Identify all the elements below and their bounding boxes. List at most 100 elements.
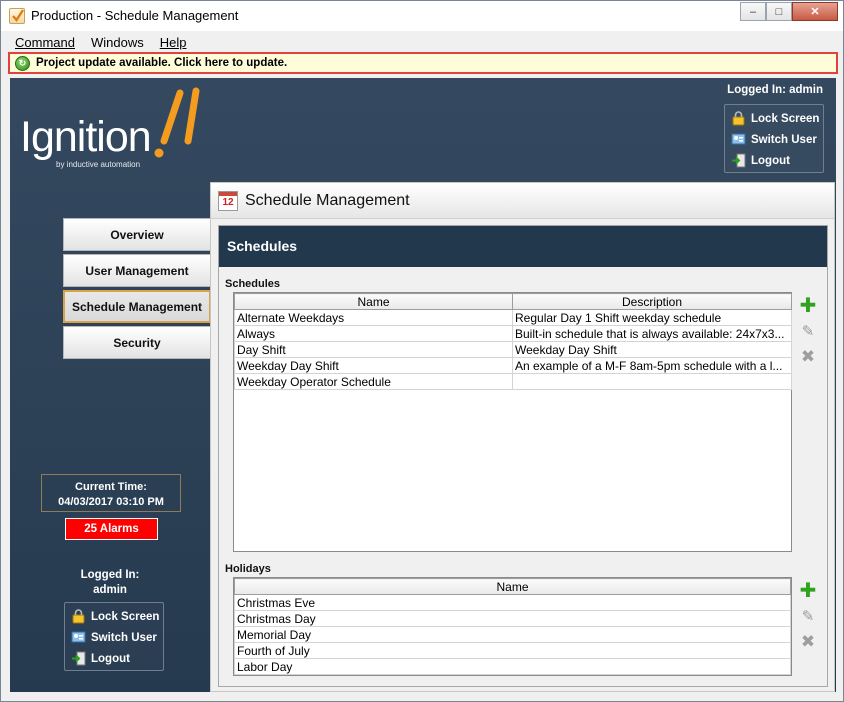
table-row[interactable]: Weekday Day Shift An example of a M-F 8am… bbox=[234, 357, 792, 374]
title-bar: Production - Schedule Management – □ ✕ bbox=[1, 1, 843, 31]
left-logout-label: Logout bbox=[91, 652, 130, 665]
left-logged-in-label: Logged In: bbox=[80, 569, 140, 581]
column-header-name[interactable]: Name bbox=[234, 293, 513, 310]
holidays-tools: ✚ ✎ ✖ bbox=[799, 580, 819, 659]
content-panel: 12 Schedule Management Schedules Schedul… bbox=[210, 182, 835, 692]
logout-icon bbox=[731, 153, 746, 168]
ignition-logo: Ignition by inductive automation bbox=[20, 83, 210, 171]
top-lock-screen[interactable]: Lock Screen bbox=[731, 108, 823, 129]
menu-command[interactable]: Command bbox=[7, 34, 83, 52]
top-logout-label: Logout bbox=[751, 154, 790, 167]
top-logged-in: Logged In: admin bbox=[727, 84, 823, 96]
nav-overview[interactable]: Overview bbox=[63, 218, 211, 251]
left-switch-user[interactable]: Switch User bbox=[71, 627, 163, 648]
cell-name: Fourth of July bbox=[234, 642, 791, 659]
window-controls: – □ ✕ bbox=[740, 2, 838, 22]
left-logged-in-user: admin bbox=[93, 584, 127, 596]
schedules-table: Name Description Alternate Weekdays Regul… bbox=[234, 293, 792, 390]
cell-description: Weekday Day Shift bbox=[512, 341, 792, 358]
client-area: Ignition by inductive automation Logged … bbox=[10, 78, 836, 692]
cell-name: Christmas Eve bbox=[234, 594, 791, 611]
top-lock-screen-label: Lock Screen bbox=[751, 112, 820, 125]
top-switch-user-label: Switch User bbox=[751, 133, 817, 146]
add-schedule-icon[interactable]: ✚ bbox=[799, 295, 817, 315]
nav-security[interactable]: Security bbox=[63, 326, 211, 359]
update-banner-text: Project update available. Click here to … bbox=[36, 57, 288, 69]
cell-name: Always bbox=[234, 325, 513, 342]
cell-name: Alternate Weekdays bbox=[234, 309, 513, 326]
close-button[interactable]: ✕ bbox=[792, 2, 838, 21]
update-banner[interactable]: ↻ Project update available. Click here t… bbox=[8, 52, 838, 74]
cell-name: Labor Day bbox=[234, 658, 791, 675]
menu-windows[interactable]: Windows bbox=[83, 34, 152, 52]
holidays-label: Holidays bbox=[225, 563, 271, 575]
table-header-row: Name bbox=[234, 578, 791, 595]
menu-bar: Command Windows Help bbox=[7, 34, 194, 52]
add-holiday-icon[interactable]: ✚ bbox=[799, 580, 817, 600]
logo-subtitle: by inductive automation bbox=[56, 160, 141, 169]
table-header-row: Name Description bbox=[234, 293, 792, 310]
menu-help[interactable]: Help bbox=[152, 34, 195, 52]
schedules-panel: Schedules Schedules Name Description Alt… bbox=[218, 225, 828, 687]
menu-windows-label: Windows bbox=[90, 35, 144, 50]
top-logout[interactable]: Logout bbox=[731, 150, 823, 171]
table-row[interactable]: Labor Day bbox=[234, 658, 791, 675]
holidays-table: Name Christmas Eve Christmas Day Memoria… bbox=[234, 578, 791, 675]
menu-command-label: Command bbox=[15, 35, 75, 50]
cell-name: Weekday Day Shift bbox=[234, 357, 513, 374]
cell-description: Built-in schedule that is always availab… bbox=[512, 325, 792, 342]
column-header-description[interactable]: Description bbox=[512, 293, 792, 310]
nav-schedule-management[interactable]: Schedule Management bbox=[63, 290, 211, 323]
left-switch-user-label: Switch User bbox=[91, 631, 157, 644]
panel-title: Schedules bbox=[219, 226, 827, 267]
window-title: Production - Schedule Management bbox=[31, 8, 239, 23]
cell-description: An example of a M-F 8am-5pm schedule wit… bbox=[512, 357, 792, 374]
cell-description: Regular Day 1 Shift weekday schedule bbox=[512, 309, 792, 326]
delete-holiday-icon[interactable]: ✖ bbox=[799, 632, 817, 652]
switch-user-icon bbox=[731, 132, 746, 147]
switch-user-icon bbox=[71, 630, 86, 645]
edit-holiday-icon[interactable]: ✎ bbox=[799, 607, 817, 625]
cell-name: Weekday Operator Schedule bbox=[234, 373, 513, 390]
maximize-button[interactable]: □ bbox=[766, 2, 792, 21]
page-title: Schedule Management bbox=[245, 191, 410, 209]
table-row[interactable]: Always Built-in schedule that is always a… bbox=[234, 325, 792, 342]
current-time-label: Current Time: bbox=[75, 481, 147, 493]
alarms-badge[interactable]: 25 Alarms bbox=[65, 518, 158, 540]
app-icon bbox=[9, 8, 25, 24]
cell-name: Memorial Day bbox=[234, 626, 791, 643]
table-row[interactable]: Christmas Day bbox=[234, 610, 791, 627]
left-lock-screen-label: Lock Screen bbox=[91, 610, 160, 623]
table-row[interactable]: Day Shift Weekday Day Shift bbox=[234, 341, 792, 358]
lock-icon bbox=[71, 609, 86, 624]
left-logout[interactable]: Logout bbox=[71, 648, 163, 669]
left-session-actions: Lock Screen Switch User Logout bbox=[64, 602, 164, 671]
current-time-value: 04/03/2017 03:10 PM bbox=[58, 496, 164, 508]
table-row[interactable]: Fourth of July bbox=[234, 642, 791, 659]
schedules-tools: ✚ ✎ ✖ bbox=[799, 295, 819, 374]
logo-text: Ignition bbox=[20, 113, 152, 161]
column-header-name[interactable]: Name bbox=[234, 578, 791, 595]
table-row[interactable]: Memorial Day bbox=[234, 626, 791, 643]
cell-description bbox=[512, 373, 792, 390]
schedules-label: Schedules bbox=[225, 278, 281, 290]
top-session-actions: Lock Screen Switch User Logout bbox=[724, 104, 824, 173]
edit-schedule-icon[interactable]: ✎ bbox=[799, 322, 817, 340]
table-row[interactable]: Christmas Eve bbox=[234, 594, 791, 611]
table-row[interactable]: Weekday Operator Schedule bbox=[234, 373, 792, 390]
calendar-icon: 12 bbox=[218, 190, 238, 211]
content-header: 12 Schedule Management bbox=[211, 183, 834, 219]
nav-user-management[interactable]: User Management bbox=[63, 254, 211, 287]
left-lock-screen[interactable]: Lock Screen bbox=[71, 606, 163, 627]
logout-icon bbox=[71, 651, 86, 666]
table-row[interactable]: Alternate Weekdays Regular Day 1 Shift we… bbox=[234, 309, 792, 326]
menu-help-label: Help bbox=[159, 35, 187, 50]
cell-name: Christmas Day bbox=[234, 610, 791, 627]
cell-name: Day Shift bbox=[234, 341, 513, 358]
delete-schedule-icon[interactable]: ✖ bbox=[799, 347, 817, 367]
current-time-box: Current Time: 04/03/2017 03:10 PM bbox=[41, 474, 181, 512]
minimize-button[interactable]: – bbox=[740, 2, 766, 21]
lock-icon bbox=[731, 111, 746, 126]
top-switch-user[interactable]: Switch User bbox=[731, 129, 823, 150]
app-window: Production - Schedule Management – □ ✕ C… bbox=[0, 0, 844, 702]
